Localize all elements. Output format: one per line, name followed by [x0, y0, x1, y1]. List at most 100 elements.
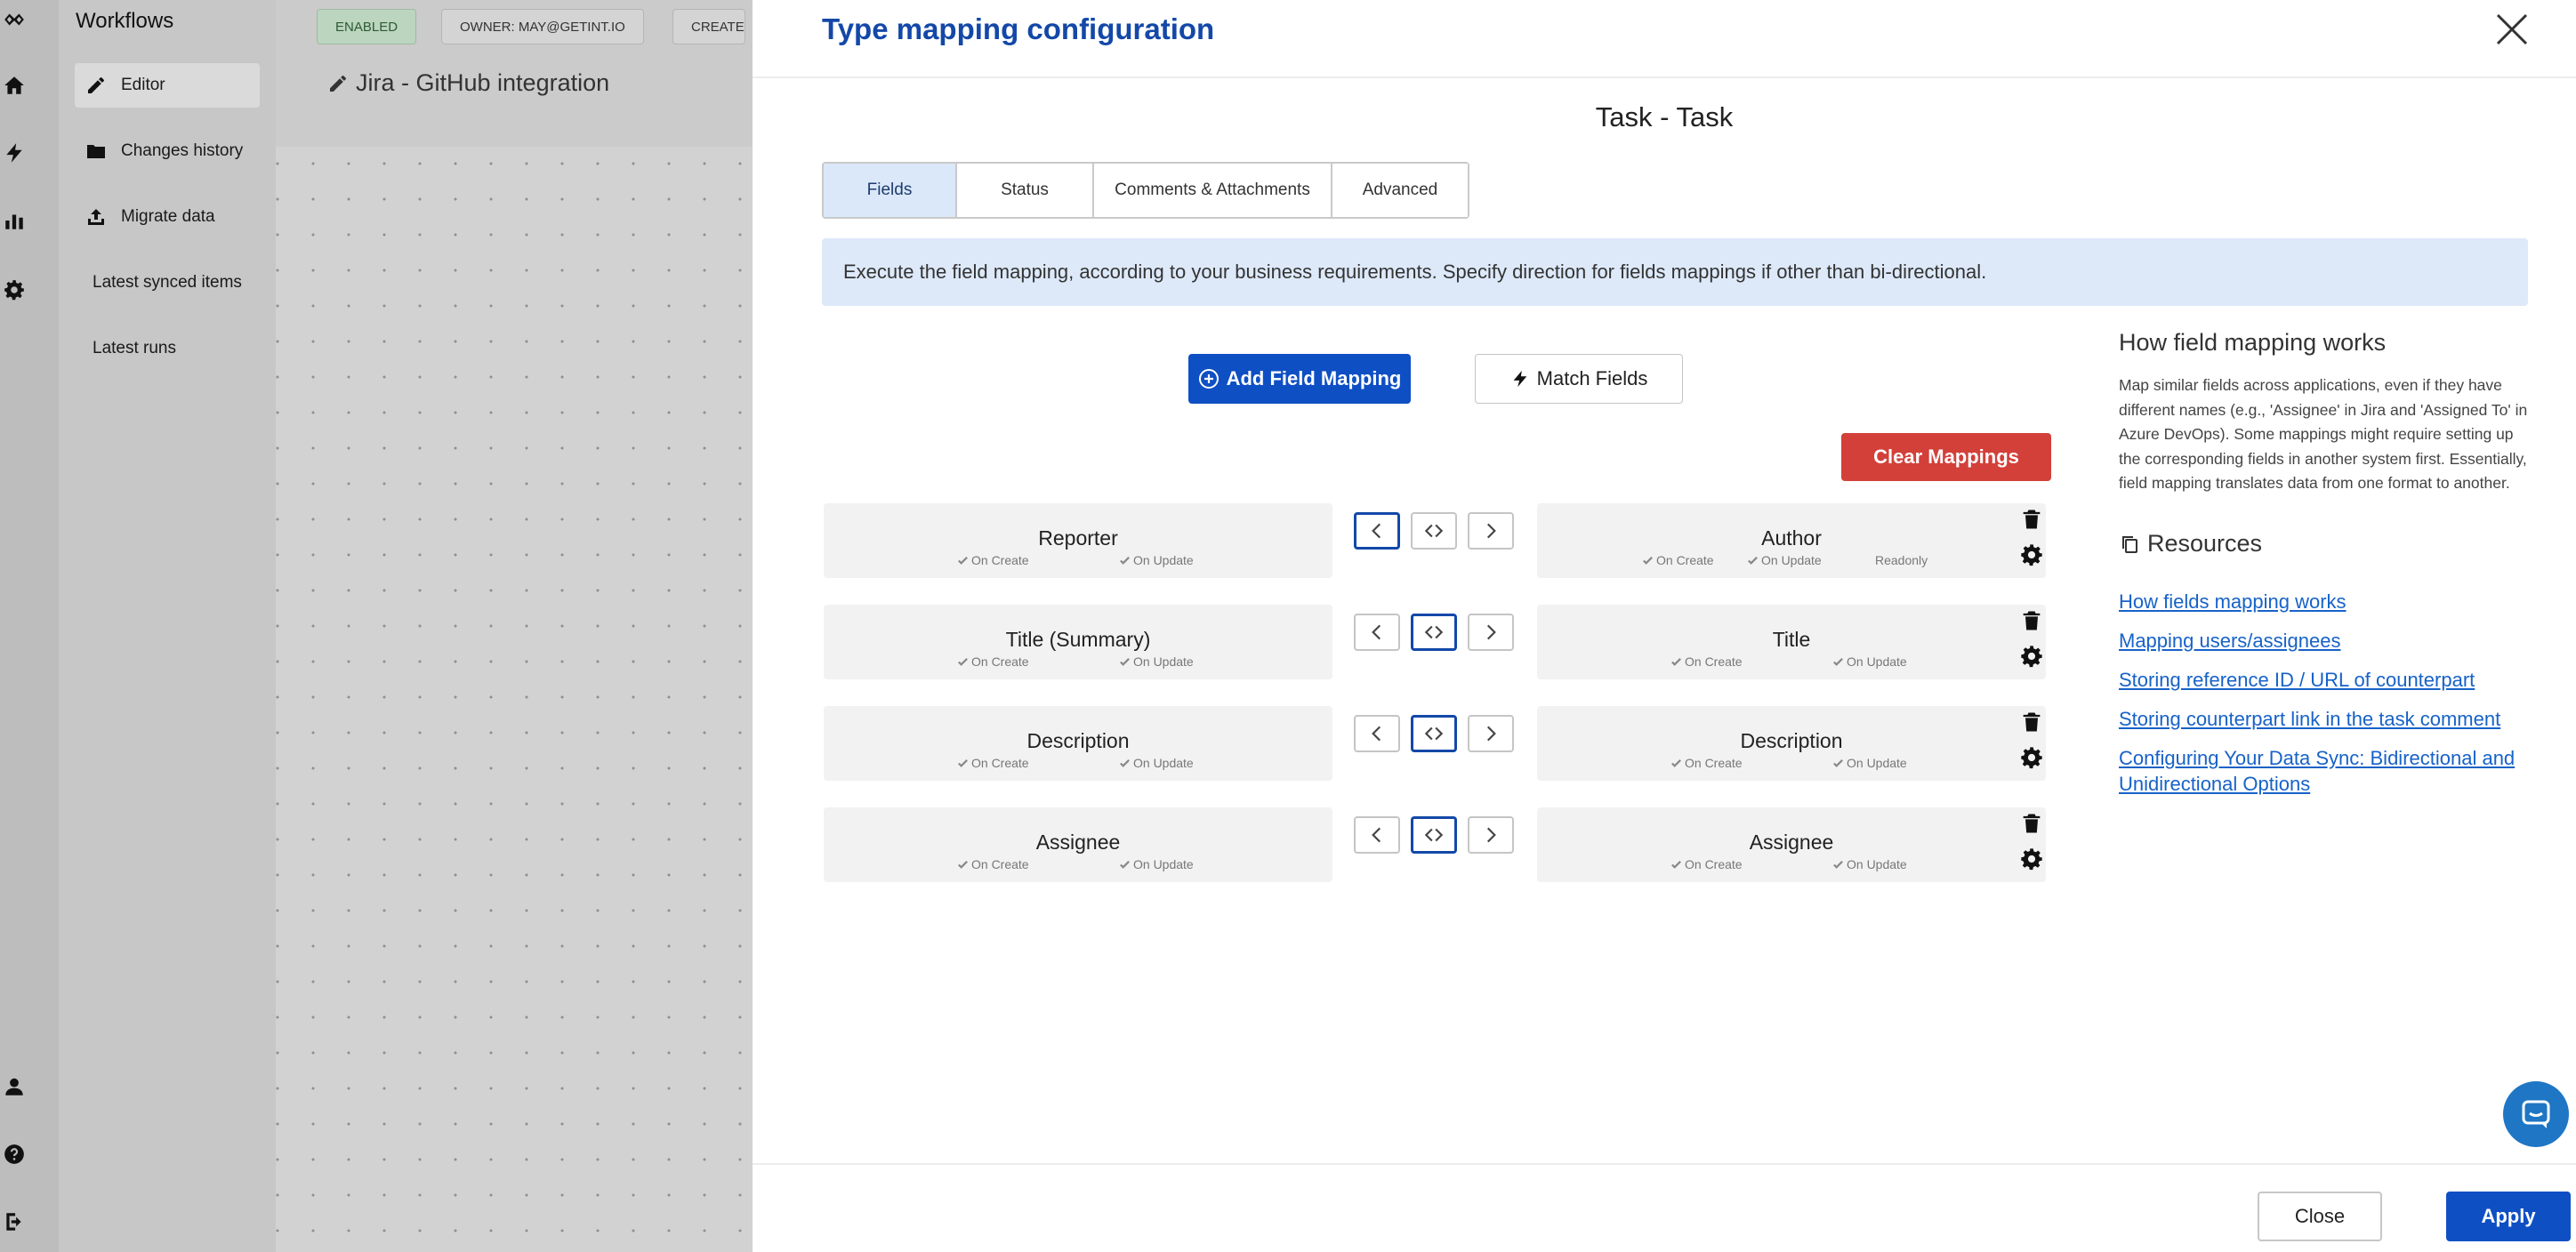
- sidebar-item-label: Editor: [121, 76, 165, 94]
- right-field[interactable]: Title On Create On Update: [1537, 605, 2046, 679]
- chevron-left-icon: [1372, 827, 1381, 843]
- plus-circle-icon: [1198, 369, 1219, 389]
- created-badge: CREATED: [672, 9, 745, 44]
- on-update-flag: On Update: [1119, 756, 1194, 770]
- direction-both-button[interactable]: [1411, 512, 1457, 550]
- left-field[interactable]: Description On Create On Update: [824, 706, 1332, 781]
- sidebar-item-label: Latest synced items: [93, 273, 242, 292]
- bolt-icon: [1513, 370, 1526, 388]
- bolt-icon[interactable]: [0, 135, 28, 171]
- direction-right-button[interactable]: [1468, 614, 1514, 651]
- readonly-flag: Readonly: [1875, 553, 1928, 567]
- check-icon: [1120, 657, 1130, 666]
- check-icon: [1833, 860, 1843, 869]
- apply-button[interactable]: Apply: [2446, 1192, 2571, 1241]
- direction-selector: [1354, 512, 1525, 550]
- sidebar-title: Workflows: [76, 9, 174, 33]
- on-update-flag: On Update: [1832, 756, 1907, 770]
- trash-icon: [2023, 814, 2041, 833]
- workflow-canvas: ENABLED OWNER: MAY@GETINT.IO CREATED Jir…: [276, 0, 753, 1252]
- add-field-mapping-button[interactable]: Add Field Mapping: [1188, 354, 1411, 404]
- resource-link[interactable]: Configuring Your Data Sync: Bidirectiona…: [2119, 745, 2537, 797]
- check-icon: [1748, 556, 1758, 565]
- check-icon: [1120, 860, 1130, 869]
- direction-left-button[interactable]: [1354, 614, 1400, 651]
- sidebar-item-label: Changes history: [121, 141, 244, 160]
- resource-link[interactable]: Storing counterpart link in the task com…: [2119, 706, 2537, 732]
- direction-left-button[interactable]: [1354, 715, 1400, 752]
- mapping-settings-button[interactable]: [2019, 644, 2044, 669]
- match-fields-label: Match Fields: [1536, 367, 1648, 389]
- gear-icon: [2021, 747, 2042, 769]
- right-field[interactable]: Description On Create On Update: [1537, 706, 2046, 781]
- gear-icon: [2021, 544, 2042, 566]
- direction-both-button[interactable]: [1411, 614, 1457, 651]
- delete-mapping-button[interactable]: [2019, 507, 2044, 532]
- match-fields-button[interactable]: Match Fields: [1475, 354, 1683, 404]
- delete-mapping-button[interactable]: [2019, 710, 2044, 734]
- left-field[interactable]: Title (Summary) On Create On Update: [824, 605, 1332, 679]
- check-icon: [1643, 556, 1653, 565]
- direction-right-button[interactable]: [1468, 512, 1514, 550]
- close-button[interactable]: Close: [2258, 1192, 2382, 1241]
- close-modal-button[interactable]: [2487, 5, 2537, 55]
- on-update-flag: On Update: [1119, 857, 1194, 871]
- left-field[interactable]: Reporter On Create On Update: [824, 503, 1332, 578]
- sidebar-item-changes-history[interactable]: Changes history: [75, 129, 260, 173]
- bar-chart-icon[interactable]: [0, 203, 28, 238]
- check-icon: [958, 860, 968, 869]
- modal-subtitle: Task - Task: [1595, 101, 1734, 132]
- direction-selector: [1354, 614, 1525, 651]
- check-icon: [1833, 657, 1843, 666]
- resource-link[interactable]: Mapping users/assignees: [2119, 628, 2537, 654]
- on-create-flag: On Create: [957, 756, 1029, 770]
- on-create-flag: On Create: [1670, 756, 1743, 770]
- tab-advanced[interactable]: Advanced: [1332, 164, 1468, 217]
- sidebar-item-editor[interactable]: Editor: [75, 63, 260, 108]
- code-icon: [1424, 726, 1444, 741]
- help-icon[interactable]: [0, 1136, 28, 1172]
- direction-both-button[interactable]: [1411, 816, 1457, 854]
- tab-status[interactable]: Status: [957, 164, 1094, 217]
- resource-link[interactable]: How fields mapping works: [2119, 589, 2537, 614]
- on-create-flag: On Create: [957, 654, 1029, 669]
- delete-mapping-button[interactable]: [2019, 608, 2044, 633]
- direction-right-button[interactable]: [1468, 715, 1514, 752]
- left-field-name: Assignee: [1035, 831, 1121, 854]
- close-icon: [2496, 13, 2528, 44]
- add-field-mapping-label: Add Field Mapping: [1226, 367, 1402, 389]
- resource-link[interactable]: Storing reference ID / URL of counterpar…: [2119, 667, 2537, 693]
- mapping-settings-button[interactable]: [2019, 745, 2044, 770]
- clear-mappings-button[interactable]: Clear Mappings: [1841, 433, 2051, 481]
- sidebar-item-migrate-data[interactable]: Migrate data: [75, 195, 260, 239]
- logout-icon[interactable]: [0, 1204, 28, 1240]
- logo-icon[interactable]: [0, 2, 28, 37]
- chat-button[interactable]: [2503, 1081, 2569, 1147]
- sidebar-item-label: Migrate data: [121, 207, 215, 226]
- right-field[interactable]: Assignee On Create On Update: [1537, 807, 2046, 882]
- chevron-right-icon: [1486, 726, 1496, 742]
- status-badge: ENABLED: [317, 9, 417, 44]
- tab-comments-attachments[interactable]: Comments & Attachments: [1094, 164, 1332, 217]
- delete-mapping-button[interactable]: [2019, 811, 2044, 836]
- user-icon[interactable]: [0, 1069, 28, 1104]
- trash-icon: [2023, 611, 2041, 630]
- workflow-name[interactable]: Jira - GitHub integration: [327, 69, 609, 97]
- on-update-flag: On Update: [1119, 553, 1194, 567]
- gear-icon[interactable]: [0, 272, 28, 308]
- mapping-settings-button[interactable]: [2019, 847, 2044, 871]
- tab-fields[interactable]: Fields: [824, 164, 957, 217]
- direction-both-button[interactable]: [1411, 715, 1457, 752]
- direction-selector: [1354, 715, 1525, 752]
- code-icon: [1424, 625, 1444, 639]
- sidebar-item-latest-synced-items[interactable]: Latest synced items: [75, 261, 260, 305]
- home-icon[interactable]: [0, 68, 28, 103]
- sidebar-item-latest-runs[interactable]: Latest runs: [75, 326, 260, 371]
- direction-right-button[interactable]: [1468, 816, 1514, 854]
- mapping-settings-button[interactable]: [2019, 542, 2044, 567]
- right-field[interactable]: Author On Create On Update Readonly: [1537, 503, 2046, 578]
- type-mapping-modal: Type mapping configuration Task - Task F…: [753, 0, 2576, 1252]
- direction-left-button[interactable]: [1354, 512, 1400, 550]
- direction-left-button[interactable]: [1354, 816, 1400, 854]
- left-field[interactable]: Assignee On Create On Update: [824, 807, 1332, 882]
